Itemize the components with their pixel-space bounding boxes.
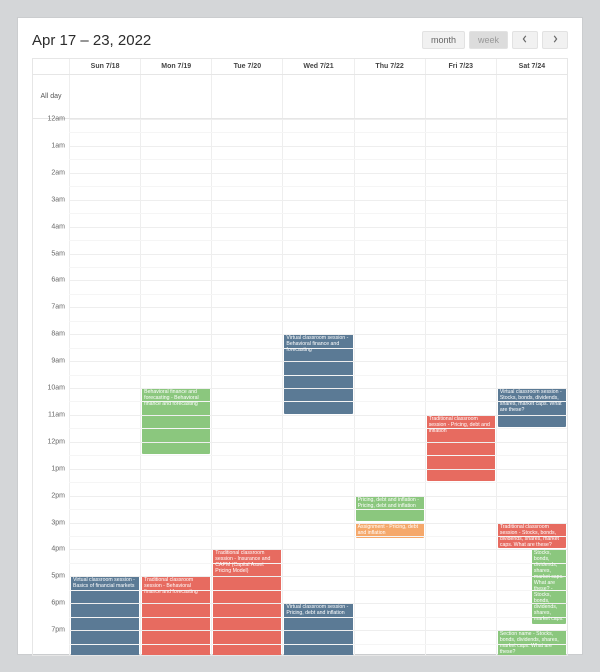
calendar-event[interactable]: Virtual classroom session - Stocks, bond…: [498, 388, 566, 427]
hour-label: 8am: [51, 331, 65, 338]
view-controls: month week: [422, 31, 568, 49]
chevron-left-icon: [521, 35, 529, 43]
calendar-event[interactable]: Traditional classroom session - Pricing,…: [427, 415, 495, 481]
day-columns: Virtual classroom session - Basics of fi…: [69, 119, 567, 656]
hour-label: 11am: [48, 411, 65, 418]
day-header: Mon 7/19: [140, 59, 211, 74]
hour-label: 3am: [51, 196, 65, 203]
allday-cell[interactable]: [496, 75, 567, 118]
date-range-title: Apr 17 – 23, 2022: [32, 32, 151, 49]
chevron-right-icon: [551, 35, 559, 43]
day-header: Sat 7/24: [496, 59, 567, 74]
time-labels-col: 12am 1am 2am 3am 4am 5am 6am 7am 8am 9am 10am 11am 1…: [33, 119, 69, 656]
calendar-event[interactable]: Behavioral finance and forecasting - Beh…: [142, 388, 210, 454]
prev-button[interactable]: [512, 31, 538, 49]
allday-cell[interactable]: [354, 75, 425, 118]
hour-label: 1am: [51, 142, 65, 149]
hour-label: 2am: [51, 169, 65, 176]
hour-label: 4am: [51, 223, 65, 230]
allday-cell[interactable]: [69, 75, 140, 118]
week-view-button[interactable]: week: [469, 31, 508, 49]
calendar-grid: Sun 7/18 Mon 7/19 Tue 7/20 Wed 7/21 Thu …: [32, 58, 568, 656]
day-header: Thu 7/22: [354, 59, 425, 74]
hour-label: 7am: [51, 304, 65, 311]
hour-label: 5pm: [51, 573, 65, 580]
allday-cell[interactable]: [140, 75, 211, 118]
calendar-toolbar: Apr 17 – 23, 2022 month week: [32, 26, 568, 54]
day-header: Sun 7/18: [69, 59, 140, 74]
hour-label: 2pm: [51, 492, 65, 499]
allday-row: All day: [33, 75, 567, 119]
hour-label: 1pm: [51, 465, 65, 472]
hour-label: 5am: [51, 250, 65, 257]
allday-cell[interactable]: [211, 75, 282, 118]
next-button[interactable]: [542, 31, 568, 49]
hour-label: 3pm: [51, 519, 65, 526]
hour-label: 6pm: [51, 600, 65, 607]
calendar-event[interactable]: Stocks, bonds, dividends, shares, market…: [532, 549, 566, 623]
allday-cell[interactable]: [425, 75, 496, 118]
calendar-frame: Apr 17 – 23, 2022 month week Sun 7/18 Mo…: [18, 18, 582, 654]
day-header-row: Sun 7/18 Mon 7/19 Tue 7/20 Wed 7/21 Thu …: [33, 59, 567, 75]
day-header: Wed 7/21: [282, 59, 353, 74]
day-header: Tue 7/20: [211, 59, 282, 74]
hour-label: 7pm: [51, 627, 65, 634]
hour-label: 4pm: [51, 546, 65, 553]
allday-cell[interactable]: [282, 75, 353, 118]
month-view-button[interactable]: month: [422, 31, 465, 49]
allday-label: All day: [33, 75, 69, 118]
day-header: Fri 7/23: [425, 59, 496, 74]
hour-label: 12am: [47, 116, 65, 123]
time-grid: 12am 1am 2am 3am 4am 5am 6am 7am 8am 9am 10am 11am 1…: [33, 119, 567, 656]
hour-label: 12pm: [47, 438, 65, 445]
hour-label: 10am: [47, 385, 65, 392]
hour-label: 9am: [51, 358, 65, 365]
hour-label: 6am: [51, 277, 65, 284]
